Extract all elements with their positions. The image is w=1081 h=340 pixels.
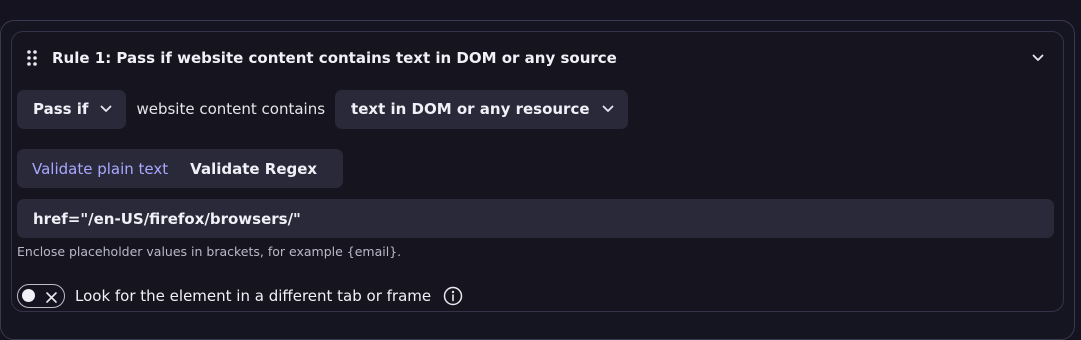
info-icon[interactable] <box>443 286 463 306</box>
pass-mode-select[interactable]: Pass if <box>17 89 127 129</box>
rule-card: Rule 1: Pass if website content contains… <box>11 31 1064 312</box>
toggle-knob <box>22 289 35 302</box>
rule-title: Rule 1: Pass if website content contains… <box>52 49 617 67</box>
match-text-input[interactable] <box>17 199 1054 238</box>
pass-mode-value: Pass if <box>33 100 89 118</box>
rule-header[interactable]: Rule 1: Pass if website content contains… <box>20 44 1056 72</box>
x-icon <box>45 289 58 308</box>
chevron-down-icon[interactable] <box>1026 46 1050 70</box>
chevron-down-icon <box>602 105 614 113</box>
different-tab-toggle-label: Look for the element in a different tab … <box>75 287 432 305</box>
different-tab-toggle-row: Look for the element in a different tab … <box>17 284 463 308</box>
condition-connector-text: website content contains <box>136 100 326 118</box>
tab-validate-plain-text[interactable]: Validate plain text <box>21 153 179 184</box>
content-source-select[interactable]: text in DOM or any resource <box>335 89 628 129</box>
content-source-value: text in DOM or any resource <box>351 100 590 118</box>
different-tab-toggle[interactable] <box>17 284 65 308</box>
drag-handle-icon[interactable] <box>20 46 44 70</box>
validation-mode-tabs: Validate plain text Validate Regex <box>17 149 343 188</box>
chevron-down-icon <box>100 105 112 113</box>
tab-validate-regex[interactable]: Validate Regex <box>179 153 328 184</box>
rules-panel: Rule 1: Pass if website content contains… <box>0 20 1075 340</box>
condition-row: Pass if website content contains text in… <box>17 89 628 129</box>
placeholder-hint: Enclose placeholder values in brackets, … <box>17 244 402 259</box>
